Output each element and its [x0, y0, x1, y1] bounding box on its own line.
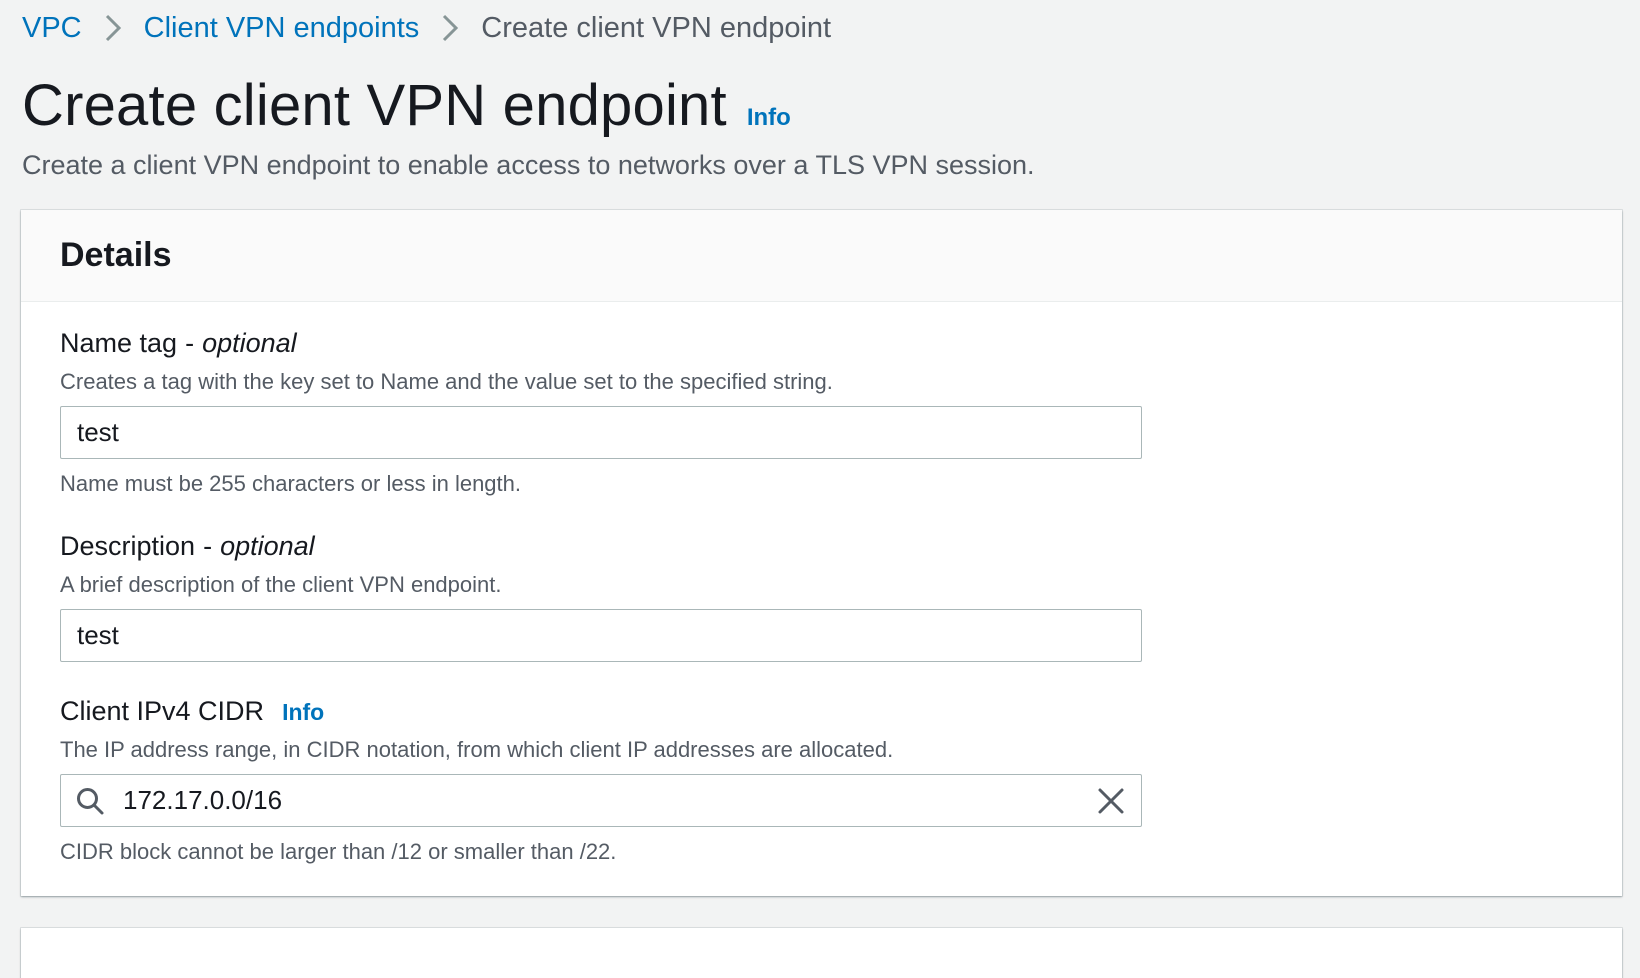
client-cidr-label-text: Client IPv4 CIDR: [60, 696, 265, 726]
client-cidr-hint: CIDR block cannot be larger than /12 or …: [60, 839, 617, 864]
name-tag-label: Name tag - optional: [60, 328, 1142, 359]
search-icon: [77, 788, 104, 815]
details-panel-header: Details: [21, 210, 1622, 302]
name-tag-description: Creates a tag with the key set to Name a…: [60, 369, 833, 394]
name-tag-optional: optional: [202, 328, 297, 358]
page-title: Create client VPN endpoint: [22, 73, 727, 138]
breadcrumb-link-client-vpn-endpoints[interactable]: Client VPN endpoints: [144, 12, 420, 45]
name-tag-input[interactable]: [60, 406, 1142, 459]
breadcrumb-current: Create client VPN endpoint: [481, 11, 832, 44]
description-optional: optional: [220, 531, 315, 561]
description-label-dash: -: [203, 531, 213, 561]
description-input[interactable]: [60, 609, 1142, 662]
name-tag-label-text: Name tag: [60, 328, 178, 358]
close-icon[interactable]: [1096, 786, 1126, 816]
next-panel: [21, 928, 1622, 978]
description-field: Description - optional A brief descripti…: [60, 531, 1142, 662]
page: VPC Client VPN endpoints Create client V…: [0, 0, 1640, 978]
description-label-text: Description: [60, 531, 196, 561]
name-tag-hint: Name must be 255 characters or less in l…: [60, 471, 522, 496]
breadcrumb-link-vpc[interactable]: VPC: [22, 12, 82, 45]
client-cidr-info-link[interactable]: Info: [282, 699, 324, 726]
details-panel: Details Name tag - optional Creates a ta…: [21, 210, 1622, 896]
client-cidr-label: Client IPv4 CIDR Info: [60, 696, 1142, 727]
client-cidr-autosuggest: [60, 774, 1142, 827]
client-cidr-description: The IP address range, in CIDR notation, …: [60, 737, 894, 762]
details-panel-title: Details: [60, 236, 172, 274]
name-tag-label-dash: -: [185, 328, 195, 358]
chevron-right-icon: [82, 8, 144, 48]
description-label: Description - optional: [60, 531, 1142, 562]
chevron-right-icon: [419, 8, 481, 48]
breadcrumb: VPC Client VPN endpoints Create client V…: [22, 8, 831, 48]
description-description: A brief description of the client VPN en…: [60, 572, 502, 597]
page-description: Create a client VPN endpoint to enable a…: [22, 150, 1035, 180]
client-cidr-field: Client IPv4 CIDR Info The IP address ran…: [60, 696, 1142, 865]
name-tag-field: Name tag - optional Creates a tag with t…: [60, 328, 1142, 497]
title-info-link[interactable]: Info: [747, 104, 791, 132]
client-cidr-input[interactable]: [60, 774, 1142, 827]
title-row: Create client VPN endpoint Info: [22, 72, 791, 139]
